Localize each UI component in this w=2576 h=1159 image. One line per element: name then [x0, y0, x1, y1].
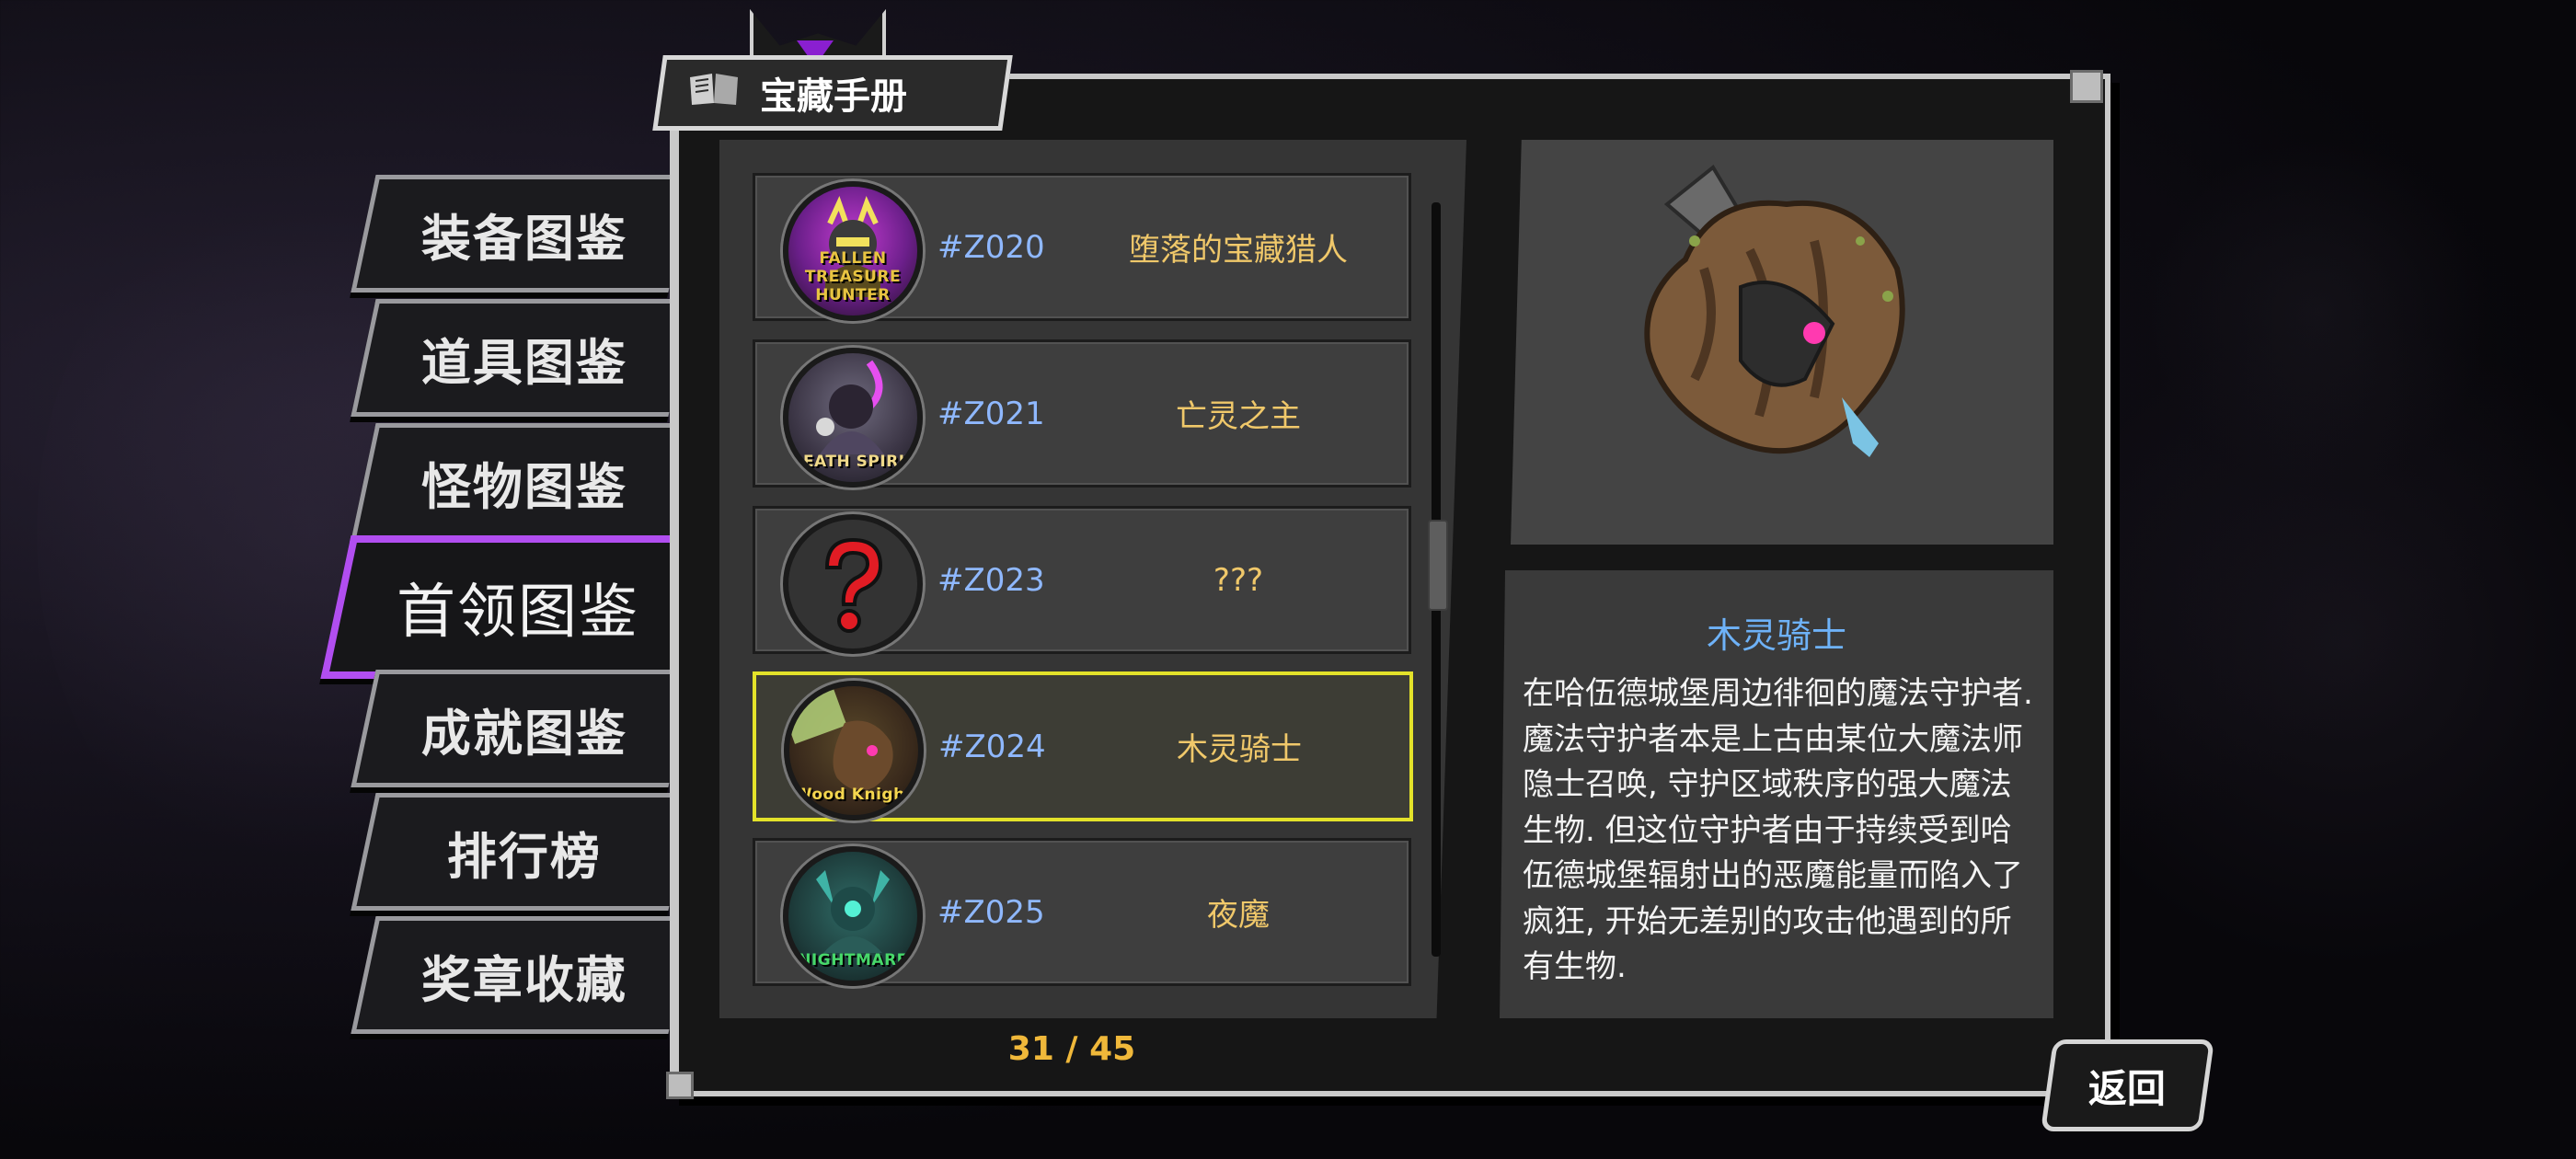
boss-id: #Z025: [937, 893, 1045, 931]
menu-tab-bosses[interactable]: 首领图鉴: [320, 535, 708, 679]
portrait-label: FALLEN TREASURE HUNTER: [804, 249, 902, 304]
page-counter: 31 / 45: [1007, 1030, 1136, 1068]
menu-tab-items[interactable]: 道具图鉴: [351, 299, 694, 417]
menu-tab-label: 奖章收藏: [421, 950, 627, 1009]
menu-tab-achievements[interactable]: 成就图鉴: [351, 670, 694, 787]
boss-id: #Z023: [937, 561, 1045, 599]
boss-detail-name: 木灵骑士: [1706, 615, 1846, 656]
panel-corner: [2070, 70, 2103, 103]
menu-tab-leaderboard[interactable]: 排行榜: [351, 793, 694, 911]
boss-name: 夜魔: [1207, 897, 1270, 934]
boss-id: #Z024: [938, 728, 1046, 765]
back-button[interactable]: 返回: [2040, 1039, 2215, 1131]
menu-tab-label: 道具图鉴: [421, 333, 627, 392]
back-button-label: 返回: [2088, 1065, 2167, 1111]
menu-tab-medals[interactable]: 奖章收藏: [351, 916, 694, 1034]
boss-preview: [1511, 140, 2053, 545]
boss-portrait: [783, 514, 923, 654]
boss-portrait: DEATH SPIRIT: [783, 348, 923, 488]
book-icon: [688, 70, 740, 116]
wood-knight-illustration: [1644, 165, 1905, 457]
list-item[interactable]: DEATH SPIRIT #Z021 亡灵之主: [753, 339, 1411, 488]
boss-portrait: Wood Knight: [784, 681, 924, 820]
list-item[interactable]: FALLEN TREASURE HUNTER #Z020 堕落的宝藏猎人: [753, 173, 1411, 321]
boss-description: 在哈伍德城堡周边徘徊的魔法守护者. 魔法守护者本是上古由某位大魔法师隐士召唤, …: [1523, 675, 2033, 985]
boss-id: #Z021: [937, 395, 1045, 432]
menu-tab-label: 首领图鉴: [397, 579, 639, 647]
menu-tab-equipment[interactable]: 装备图鉴: [351, 175, 694, 293]
menu-tab-monsters[interactable]: 怪物图鉴: [351, 423, 694, 541]
menu-tab-label: 怪物图鉴: [421, 457, 627, 516]
boss-name: 堕落的宝藏猎人: [1129, 232, 1348, 269]
boss-portrait: FALLEN TREASURE HUNTER: [783, 181, 923, 321]
boss-name: 亡灵之主: [1176, 398, 1301, 435]
scrollbar-thumb[interactable]: [1428, 520, 1448, 611]
menu-tab-label: 装备图鉴: [421, 209, 627, 268]
menu-tab-label: 排行榜: [447, 827, 602, 886]
boss-name: ???: [1213, 561, 1264, 599]
menu-tab-label: 成就图鉴: [421, 704, 627, 763]
boss-name: 木灵骑士: [1177, 731, 1302, 768]
panel-corner: [666, 1072, 694, 1099]
page-title: 宝藏手册: [760, 75, 907, 118]
title-tab: 宝藏手册: [652, 55, 1013, 131]
list-item[interactable]: #Z023 ???: [753, 506, 1411, 654]
portrait-label: DEATH SPIRIT: [789, 453, 916, 471]
portrait-label: Wood Knight: [794, 786, 914, 804]
portrait-label: NIGHTMARE: [798, 951, 908, 970]
boss-portrait: NIGHTMARE: [783, 846, 923, 986]
list-item[interactable]: NIGHTMARE #Z025 夜魔: [753, 838, 1411, 986]
boss-id: #Z020: [937, 228, 1045, 266]
list-item-selected[interactable]: Wood Knight #Z024 木灵骑士: [753, 671, 1413, 821]
question-mark-icon: [824, 537, 883, 633]
